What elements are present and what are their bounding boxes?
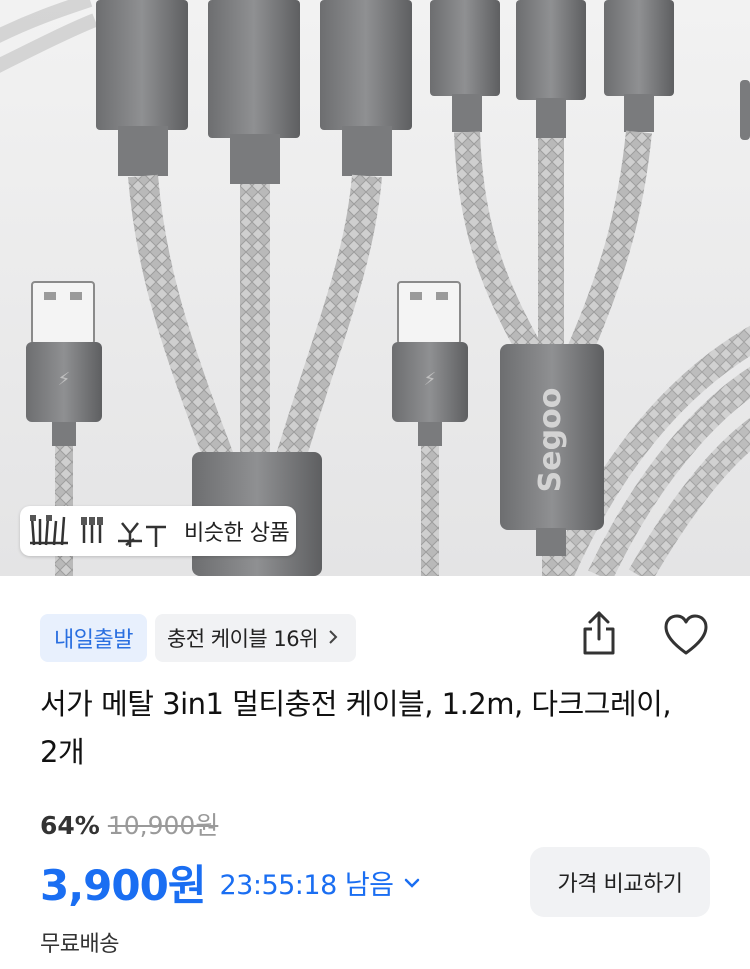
discount-rate: 64%	[40, 811, 100, 840]
original-price: 10,900원	[107, 811, 219, 840]
deal-timer[interactable]: 23:55:18 남음	[220, 863, 395, 902]
price-row: 3,900원 23:55:18 남음	[40, 852, 420, 913]
product-badges: 내일출발 충전 케이블 16위	[40, 614, 356, 662]
similar-product-thumbnails	[26, 513, 176, 549]
heart-icon	[662, 613, 710, 661]
sale-price: 3,900원	[40, 861, 206, 910]
share-icon	[579, 609, 619, 661]
chevron-right-icon	[328, 626, 338, 651]
product-title: 서가 메탈 3in1 멀티충전 케이블, 1.2m, 다크그레이, 2개	[40, 687, 672, 769]
wishlist-button[interactable]	[660, 612, 712, 662]
similar-products-label: 비슷한 상품	[184, 521, 290, 546]
shipping-info: 무료배송	[40, 932, 119, 957]
discount-row: 64% 10,900원	[40, 806, 218, 842]
similar-products-button[interactable]: 비슷한 상품	[20, 506, 296, 556]
svg-text:⚡: ⚡	[58, 369, 71, 390]
svg-text:⚡: ⚡	[424, 369, 437, 390]
price-compare-button[interactable]: 가격 비교하기	[530, 847, 710, 917]
category-rank-button[interactable]: 충전 케이블 16위	[154, 614, 356, 662]
chevron-down-icon[interactable]	[404, 878, 420, 888]
delivery-badge: 내일출발	[40, 614, 147, 662]
share-button[interactable]	[576, 610, 622, 660]
category-rank-label: 충전 케이블 16위	[166, 627, 319, 651]
svg-text:Segoo: Segoo	[533, 388, 568, 493]
product-image[interactable]: ⚡ ⚡ Segoo 비슷한 상품	[0, 0, 750, 576]
